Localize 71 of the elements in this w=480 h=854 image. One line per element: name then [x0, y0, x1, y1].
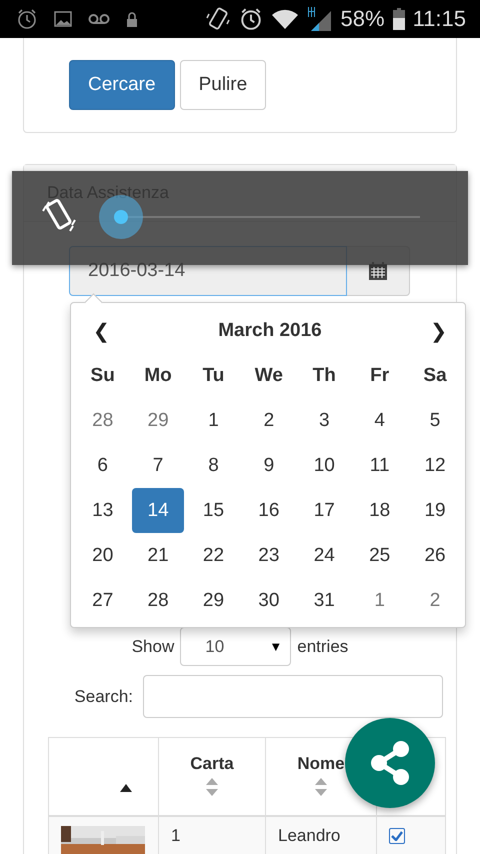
- day-cell[interactable]: 3: [298, 398, 350, 443]
- day-cell[interactable]: 10: [298, 443, 350, 488]
- image-icon: [54, 11, 72, 27]
- battery-percentage: 58%: [340, 6, 385, 32]
- table-cell: 1: [158, 816, 266, 854]
- day-cell[interactable]: 1: [188, 398, 240, 443]
- weekday-label: We: [254, 364, 284, 388]
- table-cell: Leandro: [266, 816, 376, 854]
- search-field[interactable]: [143, 675, 443, 718]
- sort-icon: [315, 778, 327, 796]
- day-cell[interactable]: 6: [77, 443, 128, 488]
- day-cell[interactable]: 13: [77, 488, 128, 533]
- day-cell[interactable]: 12: [409, 443, 461, 488]
- day-cell[interactable]: 4: [354, 398, 406, 443]
- day-cell[interactable]: 29: [132, 398, 184, 443]
- clock-time: 11:15: [412, 6, 466, 32]
- day-cell[interactable]: 15: [188, 488, 240, 533]
- voicemail-icon: [88, 13, 110, 25]
- entries-label: entries: [297, 636, 348, 656]
- day-cell[interactable]: 23: [243, 533, 295, 578]
- day-cell[interactable]: 27: [77, 578, 128, 623]
- day-cell[interactable]: 22: [188, 533, 240, 578]
- alarm-icon: [238, 7, 263, 31]
- day-cell[interactable]: 21: [132, 533, 184, 578]
- wifi-icon: [270, 8, 299, 30]
- sort-ascending-icon: [120, 784, 132, 792]
- column-header[interactable]: Carta: [190, 754, 234, 773]
- day-cell[interactable]: 9: [243, 443, 295, 488]
- weekday-label: Sa: [422, 364, 448, 388]
- day-cell[interactable]: 25: [354, 533, 406, 578]
- day-cell[interactable]: 14: [132, 488, 184, 533]
- day-cell[interactable]: 17: [298, 488, 350, 533]
- weekday-label: Th: [312, 364, 337, 388]
- day-cell[interactable]: 5: [409, 398, 461, 443]
- day-cell[interactable]: 16: [243, 488, 295, 533]
- search-label: Search:: [74, 686, 133, 706]
- day-cell[interactable]: 31: [298, 578, 350, 623]
- next-month-button[interactable]: ❯: [430, 318, 447, 342]
- day-cell[interactable]: 11: [354, 443, 406, 488]
- day-cell[interactable]: 28: [77, 398, 128, 443]
- battery-icon: [392, 8, 405, 30]
- day-cell[interactable]: 7: [132, 443, 184, 488]
- day-cell[interactable]: 24: [298, 533, 350, 578]
- day-cell[interactable]: 2: [409, 578, 461, 623]
- search-button[interactable]: Cercare: [69, 60, 175, 110]
- signal-icon: [306, 6, 333, 32]
- day-cell[interactable]: 30: [243, 578, 295, 623]
- show-label: Show: [132, 636, 174, 656]
- day-cell[interactable]: 28: [132, 578, 184, 623]
- lock-icon: [126, 12, 138, 26]
- day-cell[interactable]: 18: [354, 488, 406, 533]
- month-title: March 2016: [218, 320, 322, 342]
- weekday-label: Su: [90, 364, 116, 388]
- day-cell[interactable]: 26: [409, 533, 461, 578]
- day-cell[interactable]: 29: [188, 578, 240, 623]
- sort-icon: [206, 778, 218, 796]
- clear-button[interactable]: Pulire: [180, 60, 266, 110]
- weekday-label: Tu: [202, 364, 226, 388]
- previous-month-button[interactable]: ❮: [93, 318, 110, 342]
- column-header[interactable]: Nome: [297, 754, 345, 773]
- checkmark-icon: [391, 831, 403, 841]
- day-cell[interactable]: 8: [188, 443, 240, 488]
- weekday-label: Fr: [369, 364, 390, 388]
- day-cell[interactable]: 19: [409, 488, 461, 533]
- weekday-label: Mo: [143, 364, 173, 388]
- day-cell[interactable]: 2: [243, 398, 295, 443]
- vibrate-icon: [204, 6, 231, 32]
- checkbox[interactable]: [389, 828, 405, 844]
- alarm-icon: [16, 8, 38, 30]
- day-cell[interactable]: 20: [77, 533, 128, 578]
- day-cell[interactable]: 1: [354, 578, 406, 623]
